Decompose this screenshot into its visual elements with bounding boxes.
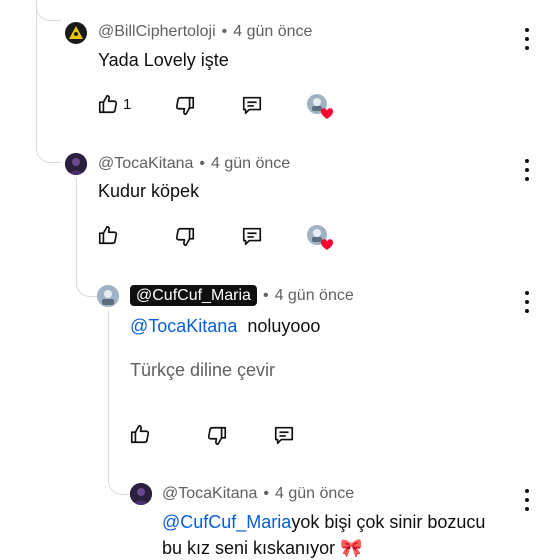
more-options-icon[interactable] xyxy=(524,291,530,313)
comment-author-creator[interactable]: @CufCuf_Maria xyxy=(130,285,257,306)
avatar[interactable] xyxy=(65,153,87,175)
comment-text: @CufCuf_Mariayok bişi çok sinir bozucu xyxy=(162,512,485,533)
comment-meta: @CufCuf_Maria • 4 gün önce xyxy=(130,285,354,306)
dislike-icon xyxy=(175,227,195,247)
comment-text: @TocaKitana noluyooo xyxy=(130,316,320,337)
avatar[interactable] xyxy=(65,22,87,44)
avatar[interactable] xyxy=(97,285,119,307)
creator-heart-icon xyxy=(306,224,334,250)
comment-time[interactable]: 4 gün önce xyxy=(275,485,354,502)
reply-button[interactable] xyxy=(241,94,263,116)
creator-heart-icon xyxy=(306,93,334,119)
comment-time[interactable]: 4 gün önce xyxy=(275,287,354,304)
reply-button[interactable] xyxy=(241,225,263,247)
comment-author[interactable]: @TocaKitana xyxy=(98,155,193,172)
avatar[interactable] xyxy=(130,483,152,505)
comment-time[interactable]: 4 gün önce xyxy=(211,155,290,172)
like-icon xyxy=(98,225,118,245)
comment-text-line1: yok bişi çok sinir bozucu xyxy=(291,512,486,532)
reply-icon xyxy=(274,426,294,445)
more-options-icon[interactable] xyxy=(524,489,530,511)
comment-text: Yada Lovely işte xyxy=(98,50,229,70)
more-options-icon[interactable] xyxy=(524,28,530,50)
mention-link[interactable]: @CufCuf_Maria xyxy=(162,512,291,532)
like-button[interactable] xyxy=(129,423,151,445)
comment-meta: @BillCiphertoloji • 4 gün önce xyxy=(98,23,313,40)
like-icon xyxy=(98,94,118,114)
like-button[interactable] xyxy=(97,224,119,246)
comment-meta: @TocaKitana • 4 gün önce xyxy=(98,155,291,172)
dislike-button[interactable] xyxy=(174,226,196,248)
dislike-button[interactable] xyxy=(206,425,228,447)
more-options-icon[interactable] xyxy=(524,159,530,181)
dislike-icon xyxy=(175,96,195,116)
reply-button[interactable] xyxy=(273,424,295,446)
like-count: 1 xyxy=(123,95,132,113)
reply-icon xyxy=(242,96,262,115)
dislike-icon xyxy=(207,426,227,446)
dislike-button[interactable] xyxy=(174,95,196,117)
mention-link[interactable]: @TocaKitana xyxy=(130,316,237,336)
like-button[interactable]: 1 xyxy=(97,93,131,115)
like-icon xyxy=(130,424,150,444)
comment-time[interactable]: 4 gün önce xyxy=(233,23,312,40)
reply-icon xyxy=(242,227,262,246)
comment-text-content: noluyooo xyxy=(247,316,321,336)
comment-meta: @TocaKitana • 4 gün önce xyxy=(162,485,355,502)
comment-text: Kudur köpek xyxy=(98,181,200,201)
comment-author[interactable]: @TocaKitana xyxy=(162,485,257,502)
comment-author[interactable]: @BillCiphertoloji xyxy=(98,23,216,40)
comment-text-line2: bu kız seni kıskanıyor 🎀 xyxy=(162,538,363,558)
translate-link[interactable]: Türkçe diline çevir xyxy=(130,360,275,381)
